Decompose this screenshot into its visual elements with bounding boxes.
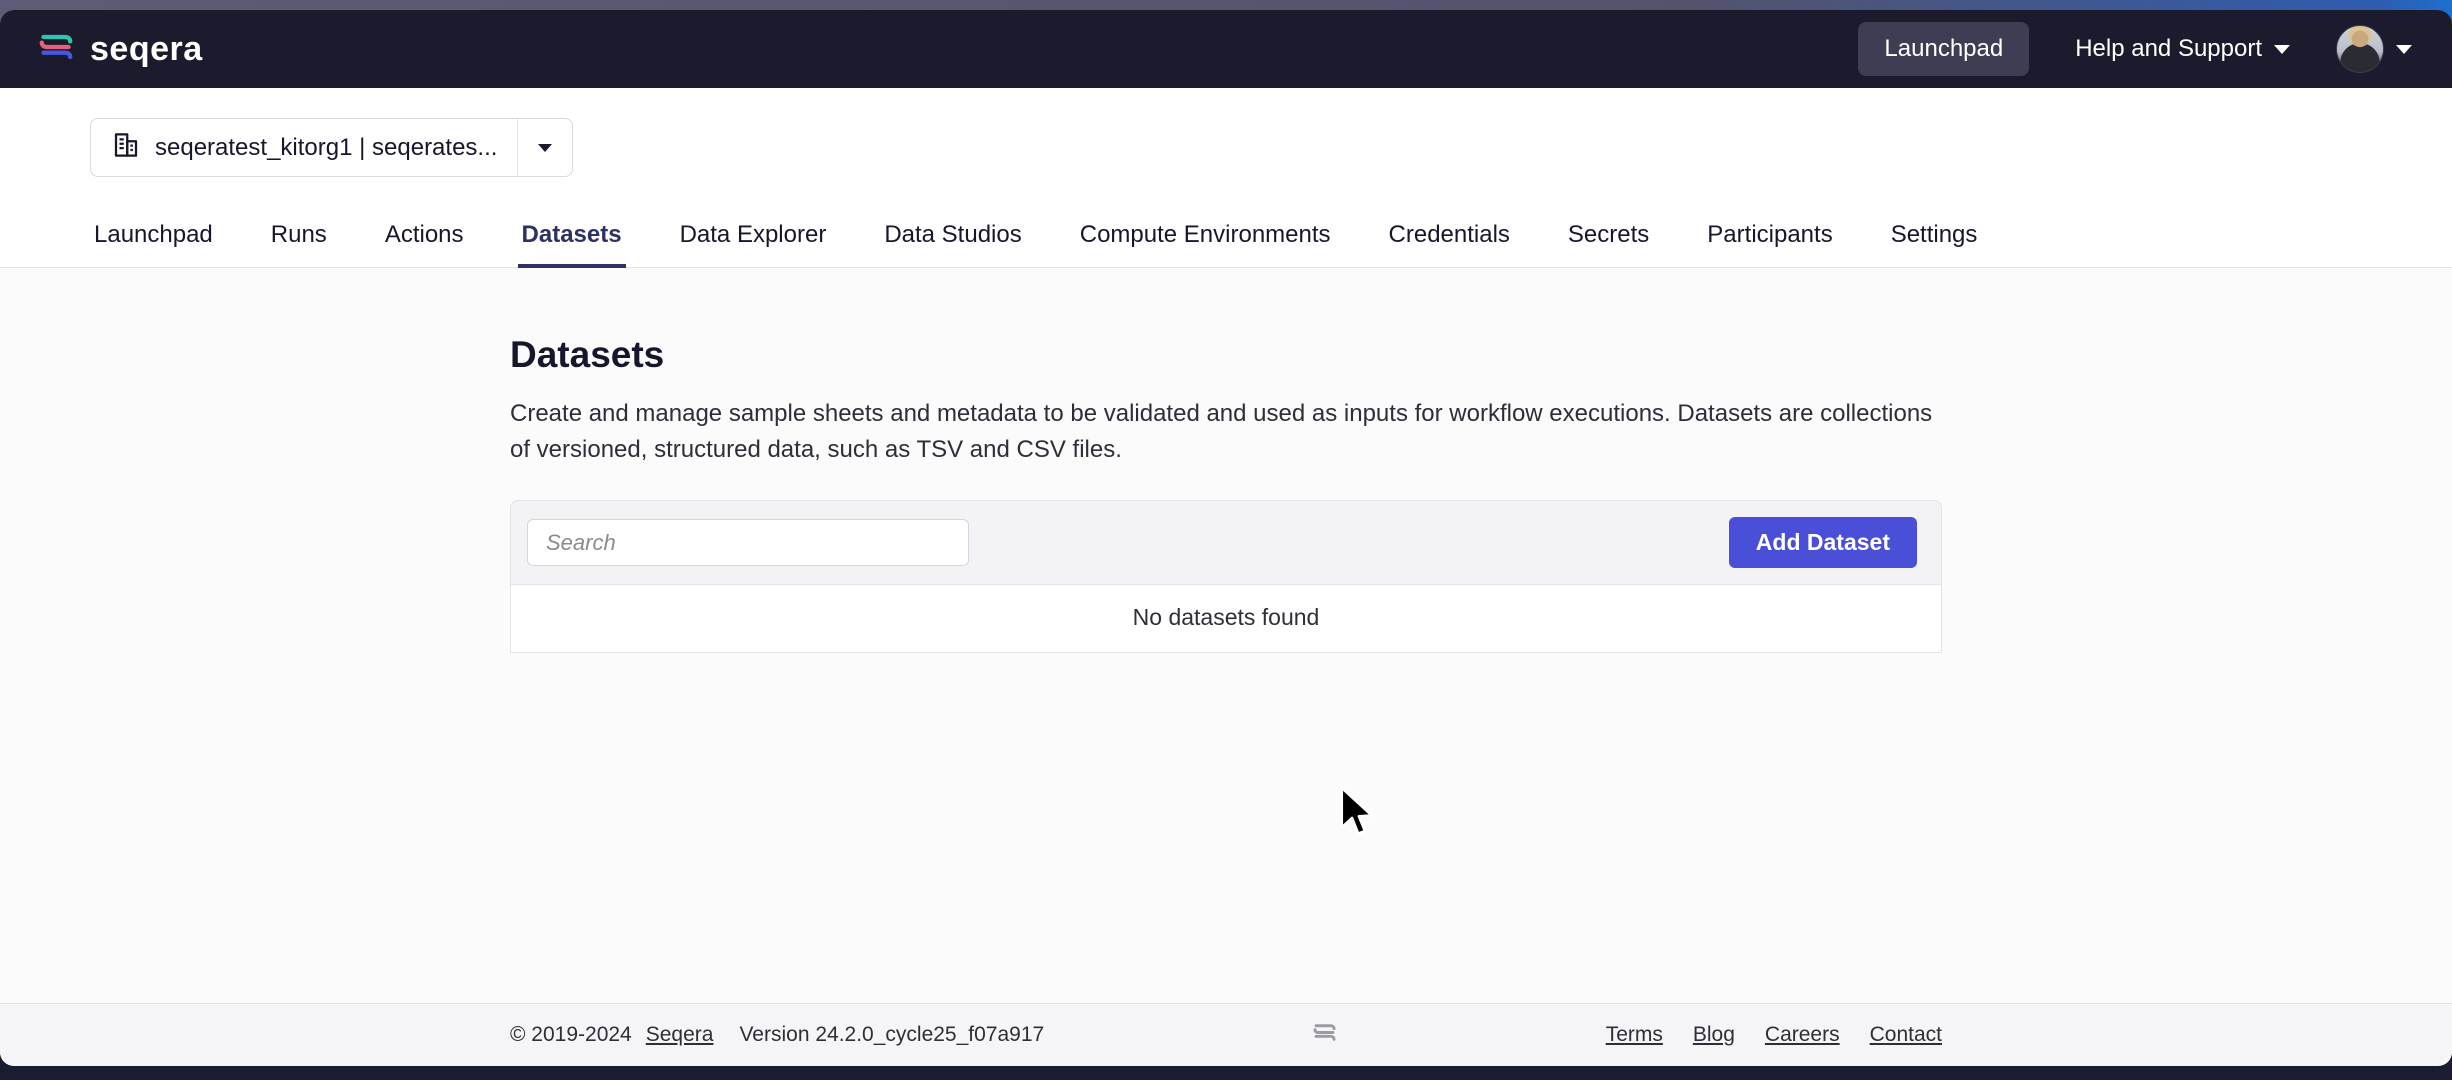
tab-data-explorer[interactable]: Data Explorer (676, 211, 831, 267)
avatar[interactable] (2336, 25, 2384, 73)
footer-link-blog[interactable]: Blog (1693, 1023, 1735, 1047)
workspace-selector[interactable]: seqeratest_kitorg1 | seqerates... (90, 118, 573, 177)
page-description: Create and manage sample sheets and meta… (510, 396, 1942, 468)
datasets-card: Add Dataset No datasets found (510, 500, 1942, 653)
footer-link-contact[interactable]: Contact (1870, 1023, 1942, 1047)
footer-link-terms[interactable]: Terms (1606, 1023, 1663, 1047)
seqera-logo-icon (36, 27, 76, 72)
user-menu[interactable] (2336, 25, 2412, 73)
app-window: seqera Launchpad Help and Support (0, 10, 2452, 1066)
logo-wordmark: seqera (90, 30, 203, 69)
tab-runs[interactable]: Runs (267, 211, 331, 267)
tab-launchpad[interactable]: Launchpad (90, 211, 217, 267)
tab-secrets[interactable]: Secrets (1564, 211, 1653, 267)
version-text: Version 24.2.0_cycle25_f07a917 (739, 1023, 1044, 1047)
tab-settings[interactable]: Settings (1887, 211, 1982, 267)
footer-logo-icon (1311, 1019, 1338, 1052)
launchpad-button[interactable]: Launchpad (1858, 22, 2029, 76)
organization-icon (111, 130, 141, 165)
footer-link-careers[interactable]: Careers (1765, 1023, 1840, 1047)
workspace-header: seqeratest_kitorg1 | seqerates... Launch… (0, 88, 2452, 268)
mouse-cursor (1338, 786, 1380, 843)
workspace-tabs: Launchpad Runs Actions Datasets Data Exp… (0, 211, 2452, 268)
tab-compute-environments[interactable]: Compute Environments (1076, 211, 1335, 267)
seqera-logo[interactable]: seqera (36, 27, 203, 72)
add-dataset-button[interactable]: Add Dataset (1729, 517, 1917, 568)
footer: © 2019-2024 Seqera Version 24.2.0_cycle2… (0, 1003, 2452, 1066)
help-and-support-menu[interactable]: Help and Support (2075, 35, 2290, 63)
top-navbar: seqera Launchpad Help and Support (0, 10, 2452, 88)
help-menu-label: Help and Support (2075, 35, 2262, 63)
workspace-selector-label: seqeratest_kitorg1 | seqerates... (155, 134, 497, 162)
empty-state-message: No datasets found (510, 585, 1942, 653)
chevron-down-icon (2396, 45, 2412, 54)
tab-data-studios[interactable]: Data Studios (880, 211, 1025, 267)
copyright-text: © 2019-2024 (510, 1023, 632, 1047)
chevron-down-icon (2274, 45, 2290, 54)
search-input[interactable] (527, 519, 969, 566)
datasets-toolbar: Add Dataset (510, 500, 1942, 585)
tab-credentials[interactable]: Credentials (1385, 211, 1514, 267)
main-content: Datasets Create and manage sample sheets… (0, 268, 2452, 1003)
tab-participants[interactable]: Participants (1703, 211, 1836, 267)
workspace-selector-caret[interactable] (517, 119, 572, 176)
tab-actions[interactable]: Actions (381, 211, 468, 267)
page-title: Datasets (510, 334, 1942, 376)
tab-datasets[interactable]: Datasets (518, 211, 626, 267)
seqera-footer-link[interactable]: Seqera (646, 1023, 714, 1047)
chevron-down-icon (538, 144, 552, 152)
